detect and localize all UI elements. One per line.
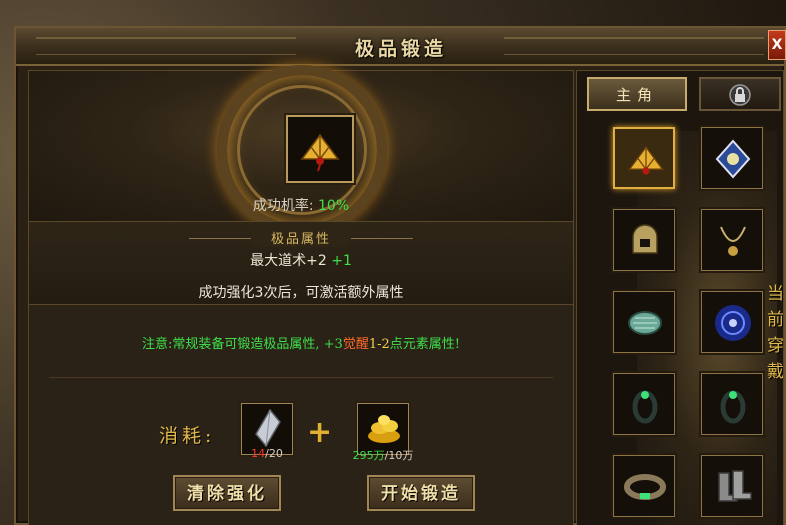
equip-slot-medal[interactable]: [701, 127, 763, 189]
window-title: 极品锻造: [354, 38, 447, 60]
title-bar: 极品锻造 X: [16, 28, 786, 66]
forge-stage: 成功机率: 10%: [29, 65, 573, 235]
forge-panel: 成功机率: 10% 极品属性 最大道术+2 +1 成功强化3次后，可激活额外属性…: [28, 65, 574, 525]
gold-icon: [368, 415, 400, 443]
bracelet-icon: [628, 311, 662, 335]
side-text-char: 戴: [767, 362, 784, 382]
orb-icon: [715, 305, 751, 341]
equip-slot-ring-left[interactable]: [613, 373, 675, 435]
equip-slot-bracelet[interactable]: [613, 291, 675, 353]
helmet-icon: [632, 224, 658, 254]
forge-window: 极品锻造 X 成功机率: 10% 极品属性 最大道术+2 +1 成功强化3次后，…: [14, 26, 786, 525]
crystal-icon: [255, 408, 281, 448]
attribute-bonus: +1: [331, 253, 352, 269]
success-rate-value: 10%: [318, 198, 350, 214]
fan-icon: [300, 133, 340, 172]
equip-slot-boots[interactable]: [701, 455, 763, 517]
material-count-crystal: 14/20: [227, 447, 307, 460]
equip-slot-belt[interactable]: [613, 455, 675, 517]
ring-icon: [720, 390, 746, 424]
material-count-gold: 295万/10万: [343, 447, 423, 463]
necklace-icon: [720, 226, 746, 256]
close-button[interactable]: X: [768, 30, 786, 60]
start-forge-button[interactable]: 开始锻造: [367, 475, 475, 511]
success-rate-label: 成功机率:: [252, 198, 319, 214]
title-flourish-left: [36, 37, 296, 55]
material-required-crystal: /20: [265, 447, 283, 460]
ring-icon: [632, 390, 658, 424]
material-current-gold: 295万: [352, 449, 385, 462]
note-prefix: 注意:常规装备可锻造极品属性, +3: [142, 337, 343, 352]
tab-main-character[interactable]: 主角: [587, 77, 687, 111]
divider: [49, 377, 553, 378]
equip-slot-weapon[interactable]: [613, 127, 675, 189]
attribute-title: 极品属性: [251, 228, 351, 247]
equip-slot-necklace[interactable]: [701, 209, 763, 271]
boots-icon: [718, 470, 752, 502]
forge-item-slot[interactable]: [286, 115, 354, 183]
side-text-char: 前: [767, 310, 784, 330]
currently-equipped-label: 当 前 穿 戴: [767, 281, 784, 385]
clear-enhance-button[interactable]: 清除强化: [173, 475, 281, 511]
note-text: 注意:常规装备可锻造极品属性, +3觉醒1-2点元素属性!: [29, 333, 573, 352]
note-highlight: 觉醒: [342, 337, 369, 352]
note-suffix: 点元素属性!: [389, 337, 460, 352]
material-required-gold: /10万: [384, 449, 414, 462]
unlock-hint: 成功强化3次后，可激活额外属性: [198, 285, 404, 301]
fan-icon: [628, 146, 664, 175]
lock-icon: [729, 84, 751, 106]
side-text-char: 穿: [767, 336, 784, 356]
attribute-line: 最大道术+2 +1: [29, 250, 573, 270]
equip-slot-helmet[interactable]: [613, 209, 675, 271]
belt-icon: [624, 474, 666, 500]
material-current-crystal: 14: [251, 447, 266, 460]
plus-sign: +: [307, 415, 333, 450]
attribute-text: 最大道术+2: [250, 253, 327, 269]
consume-label: 消耗:: [159, 425, 216, 447]
note-middle: 1-2: [368, 337, 390, 352]
equipment-panel: 主角 当 前 穿 戴: [576, 70, 784, 525]
equip-slot-orb[interactable]: [701, 291, 763, 353]
attribute-section: 极品属性 最大道术+2 +1 成功强化3次后，可激活额外属性: [29, 221, 573, 305]
equip-slot-ring-right[interactable]: [701, 373, 763, 435]
title-flourish-right: [504, 37, 764, 55]
side-text-char: 当: [767, 284, 784, 304]
medal-icon: [715, 139, 751, 179]
success-rate: 成功机率: 10%: [29, 195, 573, 215]
tab-locked[interactable]: [699, 77, 781, 111]
